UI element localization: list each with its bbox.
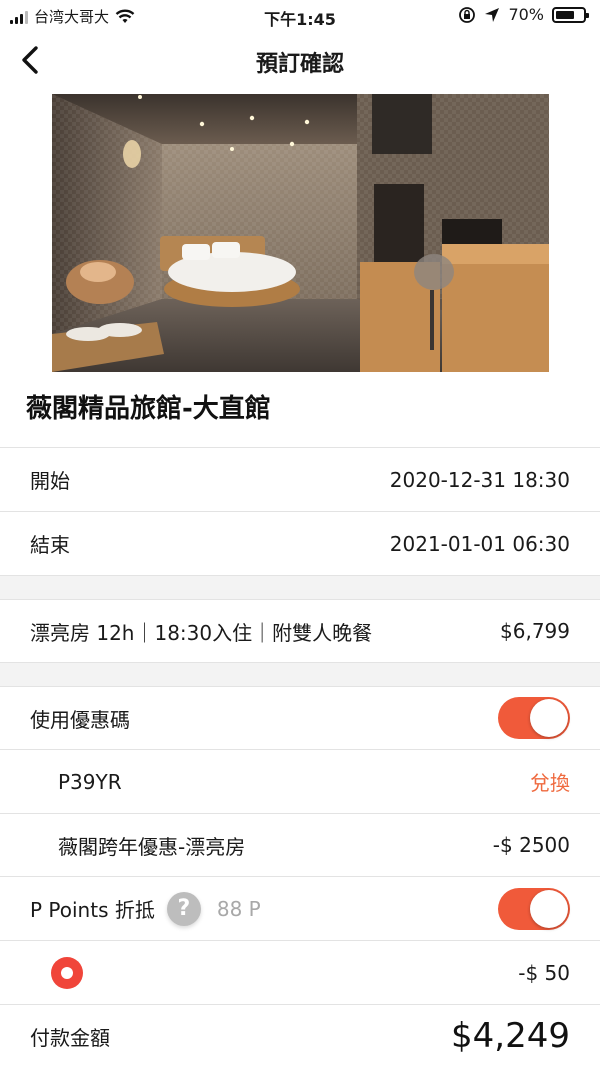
coupon-label: 使用優惠碼 xyxy=(30,707,130,732)
end-row: 結束 2021-01-01 06:30 xyxy=(0,512,600,575)
hotel-name: 薇閣精品旅館-大直館 xyxy=(26,394,271,424)
coupon-row: 使用優惠碼 xyxy=(0,687,600,749)
orientation-lock-icon xyxy=(459,6,476,23)
section-gap xyxy=(0,576,600,599)
promo-row: 薇閣跨年優惠-漂亮房 -$ 2500 xyxy=(0,814,600,876)
page-title: 預訂確認 xyxy=(255,52,344,77)
payment-row: 付款金額 $4,249 xyxy=(0,1005,600,1067)
end-value: 2021-01-01 06:30 xyxy=(389,531,570,556)
status-bar: 台湾大哥大 下午1:45 70% xyxy=(0,0,600,32)
coupon-toggle[interactable] xyxy=(498,697,570,739)
points-balance: 88 P xyxy=(216,896,261,921)
status-right: 70% xyxy=(458,5,589,24)
coupon-code[interactable]: P39YR xyxy=(58,770,122,794)
payment-total: $4,249 xyxy=(451,1016,570,1056)
start-value: 2020-12-31 18:30 xyxy=(389,467,570,492)
hotel-room-photo xyxy=(52,94,549,372)
points-toggle[interactable] xyxy=(498,887,570,930)
promo-name: 薇閣跨年優惠-漂亮房 xyxy=(58,834,246,859)
points-row: P Points 折抵 ? 88 P xyxy=(0,877,600,940)
battery-icon xyxy=(552,6,589,23)
redeem-button[interactable]: 兌換 xyxy=(530,767,570,796)
room-description: 漂亮房 12h｜18:30入住｜附雙人晚餐 xyxy=(30,620,373,645)
end-label: 結束 xyxy=(30,533,70,557)
points-discount: -$ 50 xyxy=(518,960,570,985)
help-icon[interactable]: ? xyxy=(166,891,201,926)
section-gap xyxy=(0,663,600,686)
location-arrow-icon xyxy=(485,7,500,22)
start-label: 開始 xyxy=(30,469,70,493)
promo-discount: -$ 2500 xyxy=(492,833,570,857)
coupon-code-row: P39YR 兌換 xyxy=(0,750,600,813)
start-row: 開始 2020-12-31 18:30 xyxy=(0,448,600,511)
points-label: P Points 折抵 xyxy=(30,898,155,922)
points-left: P Points 折抵 ? 88 P xyxy=(30,891,261,926)
room-row: 漂亮房 12h｜18:30入住｜附雙人晚餐 $6,799 xyxy=(0,600,600,662)
points-radio-button[interactable] xyxy=(51,956,83,989)
payment-label: 付款金額 xyxy=(30,1025,110,1050)
nav-bar: 預訂確認 xyxy=(0,36,600,86)
points-discount-row: -$ 50 xyxy=(0,941,600,1004)
room-price: $6,799 xyxy=(500,619,570,643)
battery-percent: 70% xyxy=(508,5,544,24)
